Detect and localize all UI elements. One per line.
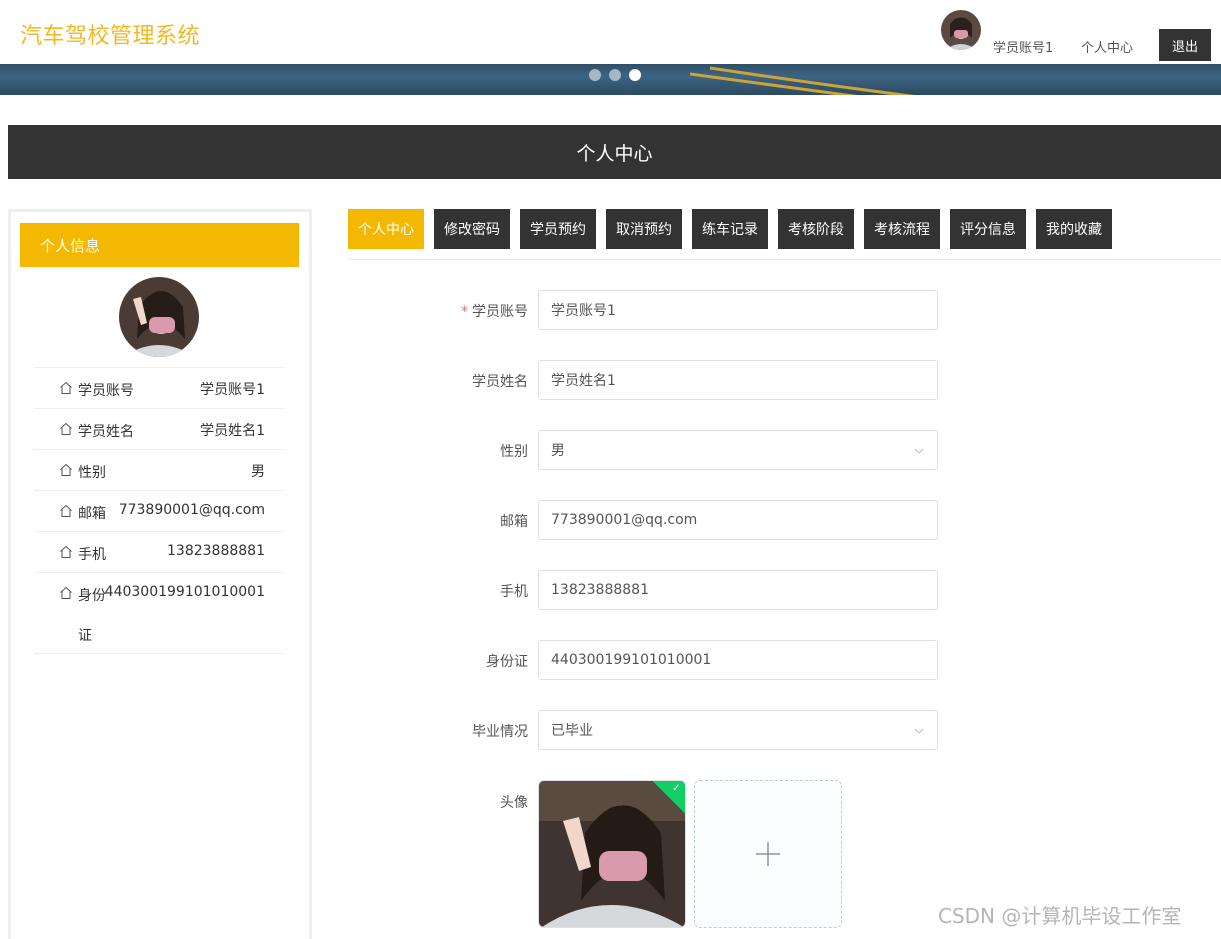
page-title: 个人中心 xyxy=(576,142,653,165)
csdn-watermark: CSDN @计算机毕设工作室 xyxy=(938,904,1182,928)
info-value: 男 xyxy=(251,464,265,480)
info-row-phone: 手机 13823888881 xyxy=(34,532,285,573)
info-value: 773890001@qq.com xyxy=(118,502,265,518)
form-row-email: 邮箱 773890001@qq.com xyxy=(348,500,948,540)
id-card-input[interactable]: 440300199101010001 xyxy=(538,640,938,680)
info-label: 学员账号 xyxy=(78,383,134,399)
name-input[interactable]: 学员姓名1 xyxy=(538,360,938,400)
form-row-graduation: 毕业情况 已毕业 xyxy=(348,710,948,750)
chevron-down-icon xyxy=(914,728,924,734)
avatar-upload-add-button[interactable] xyxy=(694,780,842,928)
info-label: 手机 xyxy=(78,547,106,563)
phone-input[interactable]: 13823888881 xyxy=(538,570,938,610)
profile-sidebar: 个人信息 学员账号 学员账号1 学员姓名 学员姓名1 性别 男 邮箱 77389… xyxy=(8,209,312,939)
form-row-phone: 手机 13823888881 xyxy=(348,570,948,610)
chevron-down-icon xyxy=(914,448,924,454)
gender-select-value: 男 xyxy=(551,443,565,459)
header-username: 学员账号1 xyxy=(993,41,1054,56)
info-value: 440300199101010001 xyxy=(104,584,265,600)
banner-road-image xyxy=(690,66,915,95)
gender-label: 性别 xyxy=(500,444,528,460)
tab-personal-center[interactable]: 个人中心 xyxy=(348,209,424,249)
plus-icon xyxy=(756,842,780,866)
form-row-id-card: 身份证 440300199101010001 xyxy=(348,640,948,680)
home-icon xyxy=(60,586,72,599)
home-icon xyxy=(60,463,72,476)
avatar-photo-icon xyxy=(941,10,981,50)
tab-change-password[interactable]: 修改密码 xyxy=(434,209,510,249)
home-icon xyxy=(60,381,72,394)
home-icon xyxy=(60,545,72,558)
account-input[interactable]: 学员账号1 xyxy=(538,290,938,330)
header-avatar[interactable] xyxy=(941,10,981,50)
account-label: * 学员账号 xyxy=(461,304,528,320)
check-icon: ✓ xyxy=(672,782,681,794)
banner-carousel xyxy=(0,64,1221,95)
tabs-divider xyxy=(348,259,1221,260)
carousel-dot[interactable] xyxy=(589,69,601,81)
info-value: 学员账号1 xyxy=(200,382,265,398)
info-label: 学员姓名 xyxy=(78,424,134,440)
header-personal-center-link[interactable]: 个人中心 xyxy=(1081,37,1133,56)
info-row-name: 学员姓名 学员姓名1 xyxy=(34,409,285,450)
tab-rating-info[interactable]: 评分信息 xyxy=(950,209,1026,249)
info-label: 邮箱 xyxy=(78,506,106,522)
tab-exam-stage[interactable]: 考核阶段 xyxy=(778,209,854,249)
avatar-photo-icon xyxy=(539,781,685,927)
carousel-indicators xyxy=(589,69,641,81)
avatar-label: 头像 xyxy=(500,795,528,811)
home-icon xyxy=(60,504,72,517)
profile-info-list: 学员账号 学员账号1 学员姓名 学员姓名1 性别 男 邮箱 773890001@… xyxy=(34,367,285,654)
tab-my-favorites[interactable]: 我的收藏 xyxy=(1036,209,1112,249)
top-header: 汽车驾校管理系统 学员账号1 个人中心 退出 xyxy=(0,0,1221,64)
profile-tabs: 个人中心 修改密码 学员预约 取消预约 练车记录 考核阶段 考核流程 评分信息 … xyxy=(348,209,1112,249)
tab-exam-process[interactable]: 考核流程 xyxy=(864,209,940,249)
logout-button[interactable]: 退出 xyxy=(1159,29,1211,61)
info-value: 学员姓名1 xyxy=(200,423,265,439)
gender-select[interactable]: 男 xyxy=(538,430,938,470)
info-row-email: 邮箱 773890001@qq.com xyxy=(34,491,285,532)
home-icon xyxy=(60,422,72,435)
id-card-label: 身份证 xyxy=(486,654,528,670)
info-label: 性别 xyxy=(78,465,106,481)
form-row-name: 学员姓名 学员姓名1 xyxy=(348,360,948,400)
info-label: 身份 xyxy=(78,588,106,604)
email-label: 邮箱 xyxy=(500,514,528,530)
required-mark: * xyxy=(461,304,468,320)
graduation-label: 毕业情况 xyxy=(472,724,528,740)
sidebar-heading: 个人信息 xyxy=(20,223,299,267)
email-input[interactable]: 773890001@qq.com xyxy=(538,500,938,540)
avatar-upload-preview[interactable]: ✓ xyxy=(538,780,686,928)
name-label: 学员姓名 xyxy=(472,374,528,390)
info-value: 13823888881 xyxy=(167,543,265,559)
page-title-bar: 个人中心 xyxy=(8,125,1221,179)
form-row-gender: 性别 男 xyxy=(348,430,948,470)
site-brand[interactable]: 汽车驾校管理系统 xyxy=(20,18,200,50)
tab-practice-records[interactable]: 练车记录 xyxy=(692,209,768,249)
carousel-dot-active[interactable] xyxy=(629,69,641,81)
tab-cancel-booking[interactable]: 取消预约 xyxy=(606,209,682,249)
avatar-photo-icon xyxy=(119,277,199,357)
graduation-select-value: 已毕业 xyxy=(551,723,593,739)
tab-student-booking[interactable]: 学员预约 xyxy=(520,209,596,249)
info-row-id-card: 身份 证 440300199101010001 xyxy=(34,573,285,654)
info-label-continued: 证 xyxy=(78,628,92,644)
form-row-account: * 学员账号 学员账号1 xyxy=(348,290,948,330)
carousel-dot[interactable] xyxy=(609,69,621,81)
phone-label: 手机 xyxy=(500,584,528,600)
sidebar-avatar xyxy=(119,277,199,357)
graduation-select[interactable]: 已毕业 xyxy=(538,710,938,750)
info-row-account: 学员账号 学员账号1 xyxy=(34,368,285,409)
info-row-gender: 性别 男 xyxy=(34,450,285,491)
